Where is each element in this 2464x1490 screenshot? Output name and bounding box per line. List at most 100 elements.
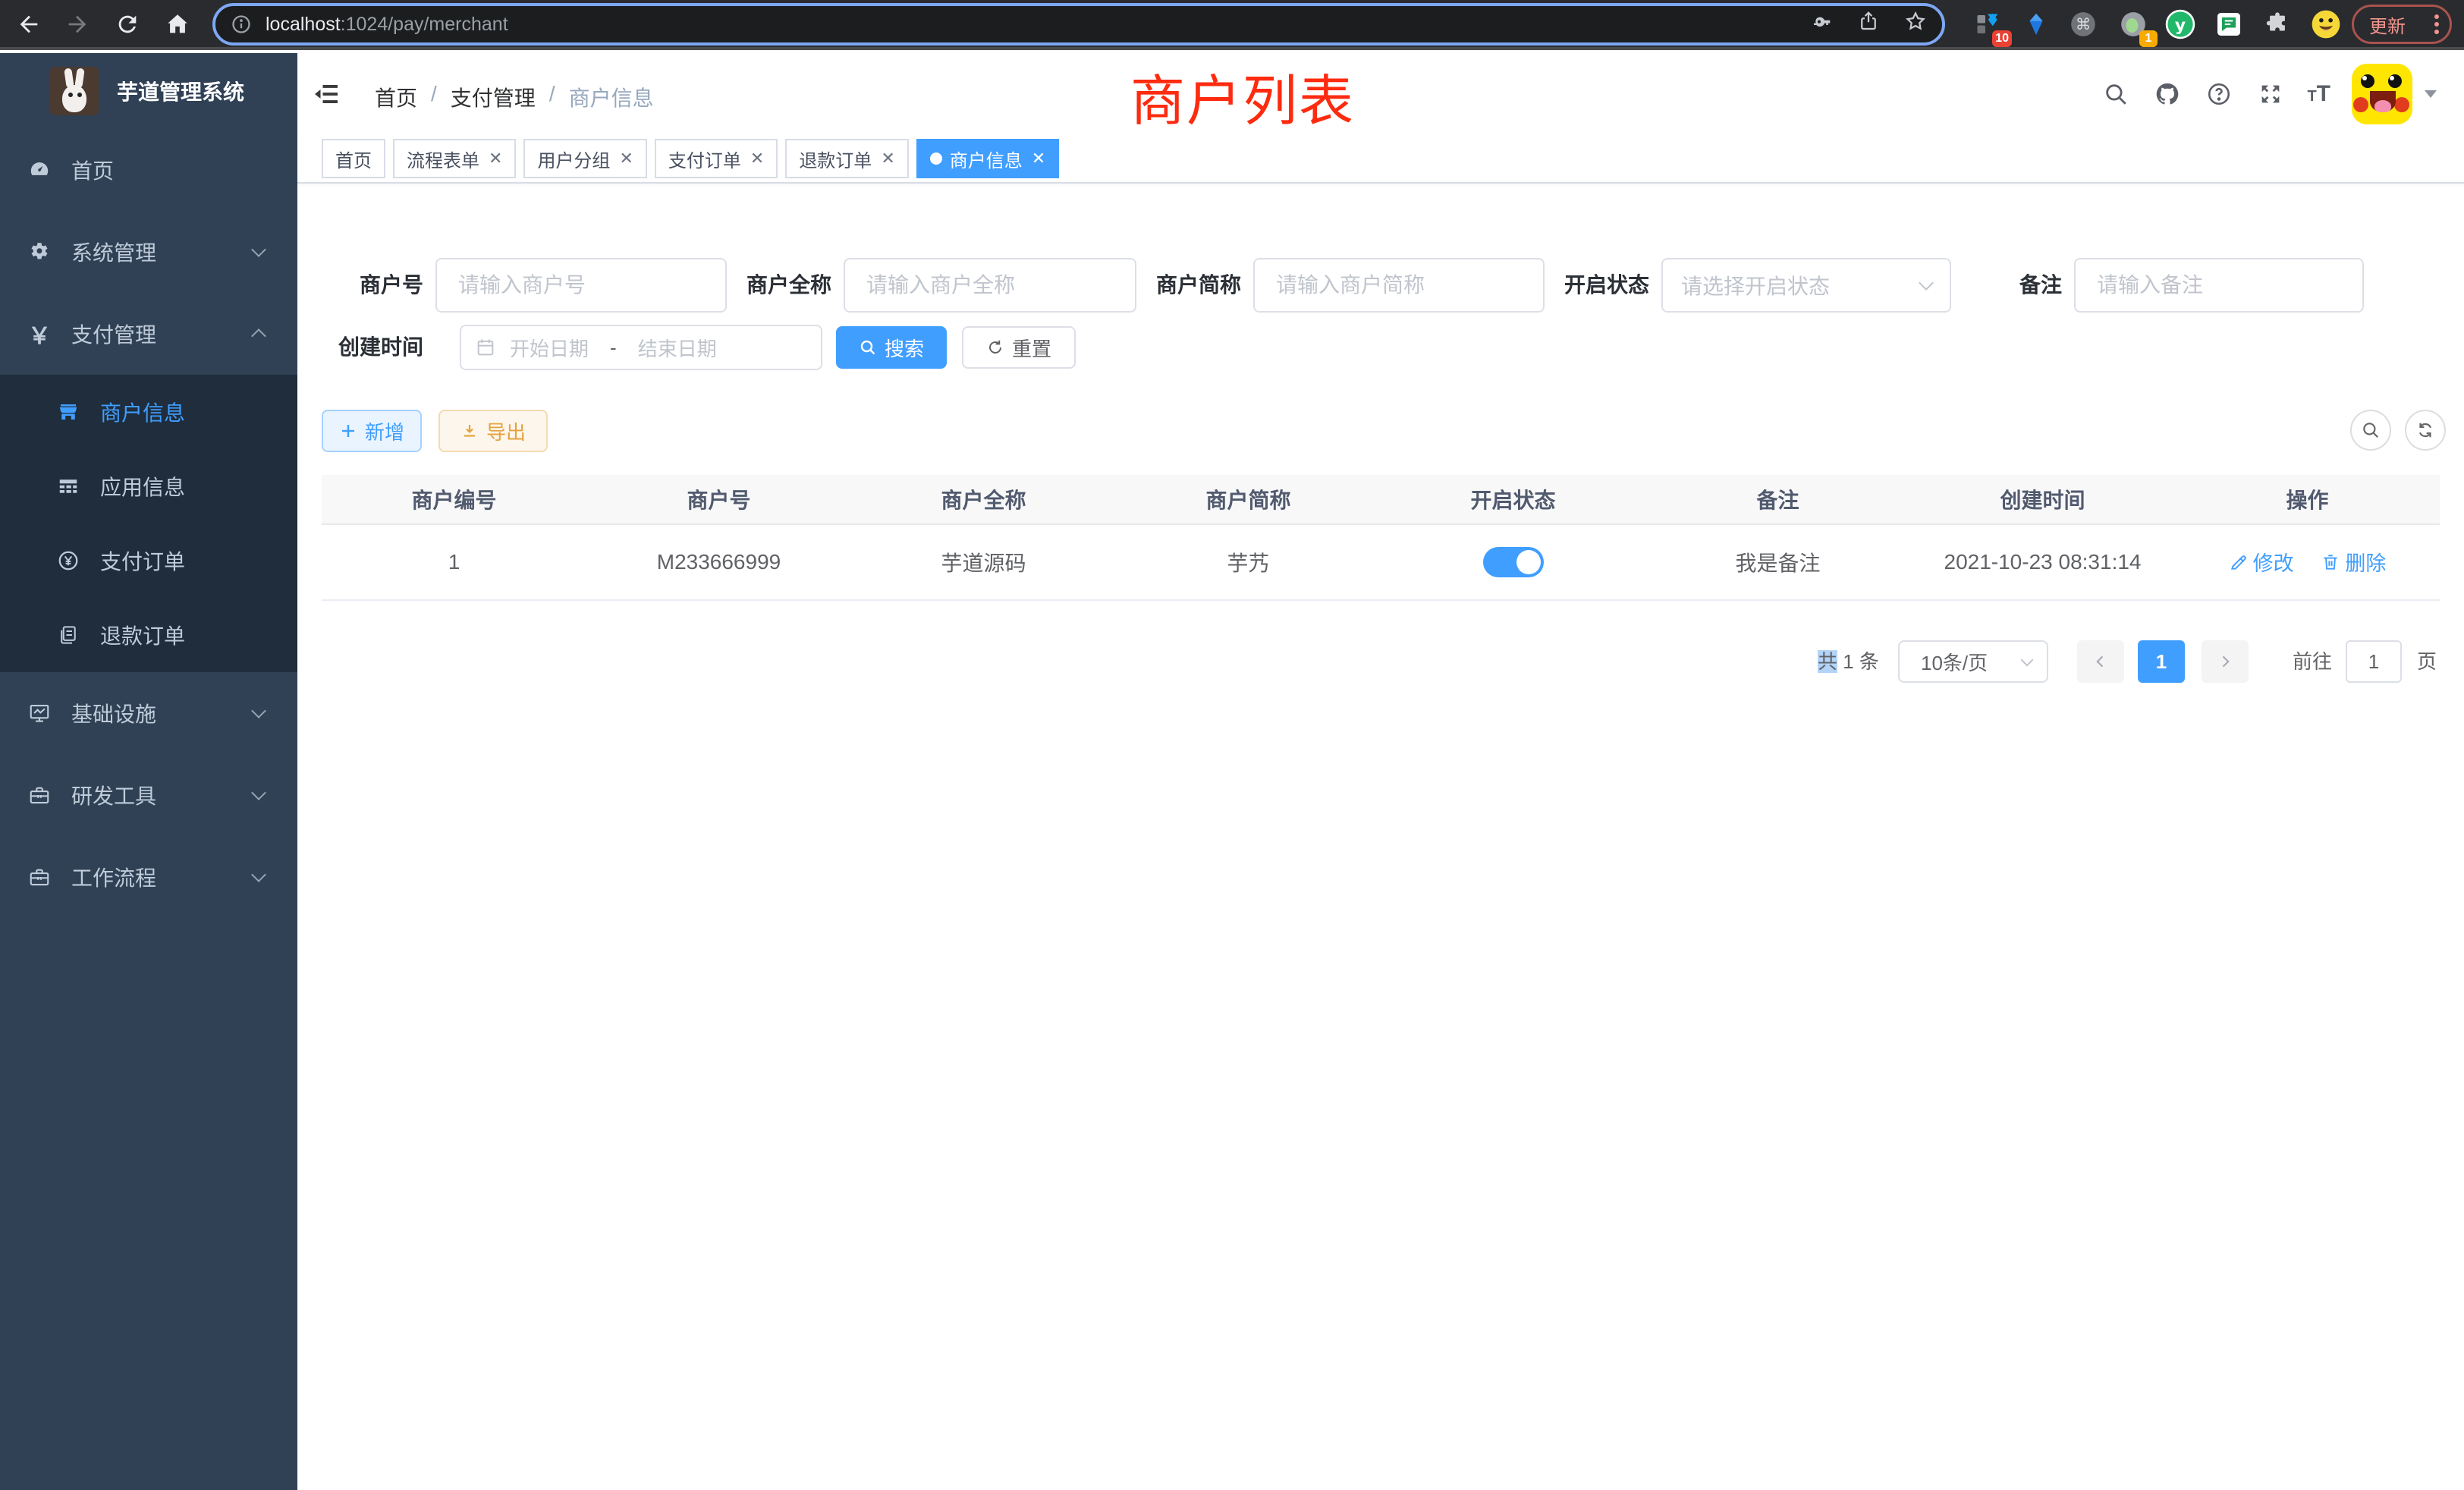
address-bar[interactable]: localhost:1024/pay/merchant [212, 3, 1945, 46]
extensions-puzzle-icon[interactable] [2259, 6, 2296, 42]
password-key-icon[interactable] [1810, 10, 1833, 39]
goto-page-input[interactable] [2346, 640, 2402, 683]
sidebar-item-dev-tools[interactable]: 研发工具 [0, 754, 297, 836]
refresh-icon [986, 338, 1004, 357]
sidebar-item-label: 首页 [71, 155, 114, 185]
chevron-down-icon [2021, 654, 2034, 667]
dashboard-icon [27, 158, 52, 182]
extension-chat-icon[interactable] [2211, 6, 2247, 42]
page-size-select[interactable]: 10条/页 [1898, 640, 2048, 683]
browser-home-icon[interactable] [161, 8, 194, 41]
avatar-caret-icon[interactable] [2425, 90, 2437, 98]
show-search-toggle-button[interactable] [2350, 410, 2391, 451]
sidebar-item-infrastructure[interactable]: 基础设施 [0, 672, 297, 754]
sidebar-item-system[interactable]: 系统管理 [0, 211, 297, 293]
sidebar: 芋道管理系统 首页 系统管理 ￥ 支付管理 商户信息 [0, 53, 297, 1490]
site-info-icon[interactable] [231, 14, 252, 35]
merchant-no-input[interactable] [435, 258, 727, 313]
github-icon[interactable] [2152, 79, 2183, 109]
close-icon[interactable]: ✕ [750, 149, 764, 168]
url-path: :1024/pay/merchant [341, 14, 508, 35]
app-logo [50, 67, 99, 115]
bookmark-star-icon[interactable] [1904, 10, 1927, 39]
extension-egg-icon[interactable]: 1 [2115, 6, 2151, 42]
browser-update-button[interactable]: 更新 [2352, 5, 2452, 44]
export-button[interactable]: 导出 [438, 410, 548, 452]
sidebar-item-pay-order[interactable]: 支付订单 [0, 523, 297, 598]
share-icon[interactable] [1857, 10, 1880, 39]
sidebar-fold-icon[interactable] [311, 80, 341, 108]
page-1-button[interactable]: 1 [2138, 640, 2185, 683]
tag-pay-order[interactable]: 支付订单✕ [655, 139, 778, 178]
tag-refund-order[interactable]: 退款订单✕ [785, 139, 908, 178]
app-logo-row[interactable]: 芋道管理系统 [0, 53, 297, 129]
refresh-table-button[interactable] [2405, 410, 2446, 451]
help-icon[interactable] [2204, 79, 2234, 109]
extension-grid-icon[interactable]: 10 [1969, 6, 2006, 42]
browser-refresh-icon[interactable] [111, 8, 144, 41]
column-header: 创建时间 [1910, 484, 2175, 514]
merchant-fullname-input[interactable] [844, 258, 1136, 313]
status-toggle[interactable] [1483, 547, 1544, 577]
profile-avatar-icon[interactable] [2308, 6, 2344, 42]
remark-input[interactable] [2074, 258, 2364, 313]
svg-text:⌘: ⌘ [2076, 15, 2092, 33]
sidebar-item-workflow[interactable]: 工作流程 [0, 836, 297, 918]
chevron-down-icon [251, 703, 266, 718]
browser-back-icon[interactable] [12, 8, 46, 41]
search-button[interactable]: 搜索 [836, 326, 947, 369]
browser-forward-icon[interactable] [61, 8, 94, 41]
sidebar-item-app-info[interactable]: 应用信息 [0, 449, 297, 523]
url-text: localhost:1024/pay/merchant [266, 14, 508, 36]
url-host: localhost [266, 14, 341, 35]
reset-button[interactable]: 重置 [962, 326, 1076, 369]
sidebar-submenu: 商户信息 应用信息 支付订单 退款订单 [0, 375, 297, 672]
header-search-icon[interactable] [2101, 79, 2131, 109]
tags-view: 首页 流程表单✕ 用户分组✕ 支付订单✕ 退款订单✕ 商户信息✕ [297, 135, 2464, 184]
shop-icon [56, 400, 80, 424]
next-page-button[interactable] [2202, 640, 2249, 683]
merchant-shortname-input[interactable] [1253, 258, 1545, 313]
tag-home[interactable]: 首页 [322, 139, 385, 178]
chevron-down-icon [1919, 275, 1934, 291]
breadcrumb-payment[interactable]: 支付管理 [451, 82, 536, 112]
breadcrumb-home[interactable]: 首页 [375, 82, 417, 112]
close-icon[interactable]: ✕ [489, 149, 502, 168]
plus-icon [339, 422, 357, 440]
column-header: 商户编号 [322, 484, 586, 514]
status-select[interactable]: 请选择开启状态 [1661, 258, 1951, 313]
search-icon [2361, 420, 2381, 440]
browser-menu-icon[interactable] [2434, 14, 2439, 34]
extension-gem-icon[interactable] [2018, 6, 2054, 42]
extension-y-icon[interactable]: y [2162, 6, 2198, 42]
sidebar-item-payment[interactable]: ￥ 支付管理 [0, 293, 297, 375]
annotation-title: 商户列表 [1130, 56, 1355, 136]
update-label: 更新 [2369, 11, 2406, 38]
tag-process-form[interactable]: 流程表单✕ [393, 139, 516, 178]
column-header: 操作 [2175, 484, 2440, 514]
calendar-icon [475, 337, 496, 358]
font-size-icon[interactable]: TT [2307, 81, 2330, 107]
grid-icon [56, 474, 80, 498]
chevron-down-icon [251, 867, 266, 882]
edit-link[interactable]: 修改 [2229, 547, 2294, 577]
sidebar-item-refund-order[interactable]: 退款订单 [0, 598, 297, 672]
tag-merchant-info[interactable]: 商户信息✕ [916, 139, 1059, 178]
sidebar-item-merchant-info[interactable]: 商户信息 [0, 375, 297, 449]
close-icon[interactable]: ✕ [881, 149, 894, 168]
prev-page-button[interactable] [2077, 640, 2124, 683]
close-icon[interactable]: ✕ [1032, 149, 1045, 168]
delete-link[interactable]: 删除 [2321, 547, 2386, 577]
create-time-range-picker[interactable]: 开始日期 - 结束日期 [460, 325, 822, 370]
fullscreen-icon[interactable] [2255, 79, 2286, 109]
sidebar-item-label: 应用信息 [100, 471, 185, 501]
toolbox-icon [27, 783, 52, 807]
add-button[interactable]: 新增 [322, 410, 422, 452]
close-icon[interactable]: ✕ [619, 149, 633, 168]
svg-text:y: y [2175, 16, 2186, 35]
tag-user-group[interactable]: 用户分组✕ [523, 139, 646, 178]
column-header: 商户全称 [851, 484, 1116, 514]
extension-command-icon[interactable]: ⌘ [2065, 6, 2101, 42]
user-avatar[interactable] [2352, 64, 2412, 124]
sidebar-item-home[interactable]: 首页 [0, 129, 297, 211]
